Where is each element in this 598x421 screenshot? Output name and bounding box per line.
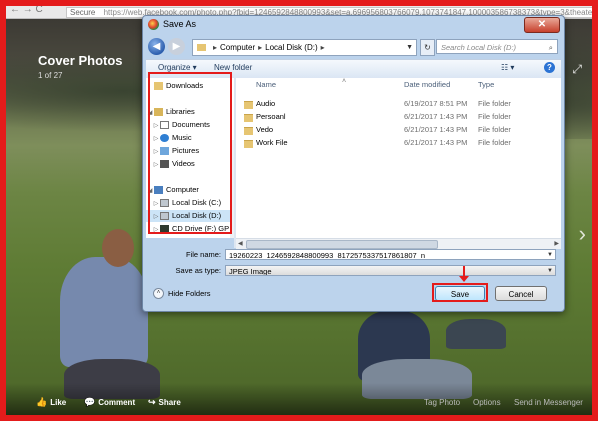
breadcrumb-separator: ▸	[320, 43, 325, 52]
like-icon: 👍	[36, 397, 48, 407]
column-header-name[interactable]: Name ˄	[256, 78, 346, 92]
expand-icon[interactable]: ⤢	[572, 62, 582, 77]
search-input[interactable]: Search Local Disk (D:) ⌕	[436, 39, 558, 54]
file-date: 6/21/2017 1:43 PM	[404, 112, 468, 121]
file-date: 6/19/2017 8:51 PM	[404, 99, 468, 108]
breadcrumb[interactable]: ▸ Computer ▸ Local Disk (D:) ▸ ▼	[192, 39, 417, 56]
chevron-down-icon[interactable]: ▼	[406, 40, 413, 55]
file-name: Vedo	[256, 125, 274, 134]
forward-icon[interactable]: ▶	[168, 38, 185, 55]
folder-icon	[197, 44, 206, 52]
secure-label: Secure	[70, 8, 96, 17]
like-button[interactable]: 👍 Like	[36, 397, 66, 408]
breadcrumb-separator: ▸	[258, 43, 263, 52]
album-count: 1 of 27	[38, 71, 63, 80]
help-icon[interactable]: ?	[544, 62, 555, 73]
file-list: Name ˄ Date modified Type Audio 6/19/2017 …	[236, 78, 561, 238]
scrollbar-thumb[interactable]	[246, 240, 438, 249]
browser-nav-buttons[interactable]: ← → C	[10, 6, 43, 15]
file-row[interactable]: Audio 6/19/2017 8:51 PM File folder	[236, 98, 561, 110]
chevron-down-icon[interactable]: ▼	[547, 250, 553, 259]
save-type-value: JPEG Image	[229, 267, 272, 276]
sort-arrow-icon: ˄	[342, 78, 347, 85]
breadcrumb-computer[interactable]: Computer	[220, 43, 255, 52]
like-label: Like	[50, 398, 67, 407]
save-highlight-box	[432, 283, 488, 302]
hide-folders-label: Hide Folders	[168, 289, 211, 298]
view-options-button[interactable]: ☷ ▾	[501, 63, 514, 72]
breadcrumb-separator: ▸	[213, 43, 218, 52]
scroll-right-icon[interactable]: ▶	[554, 239, 559, 249]
options-link[interactable]: Options	[473, 398, 501, 407]
chrome-icon	[148, 19, 159, 30]
folder-icon	[244, 101, 253, 109]
horizontal-scrollbar[interactable]: ◀ ▶	[236, 238, 561, 249]
breadcrumb-disk[interactable]: Local Disk (D:)	[265, 43, 317, 52]
send-messenger-link[interactable]: Send in Messenger	[514, 398, 583, 407]
share-button[interactable]: ↪ Share	[148, 397, 181, 408]
folder-icon	[244, 127, 253, 135]
organize-button[interactable]: Organize ▾	[158, 63, 197, 72]
dialog-titlebar[interactable]: Save As ✕	[143, 16, 564, 34]
file-date: 6/21/2017 1:43 PM	[404, 125, 468, 134]
file-type: File folder	[478, 125, 511, 134]
file-row[interactable]: Vedo 6/21/2017 1:43 PM File folder	[236, 124, 561, 136]
file-name-label: File name:	[185, 250, 221, 259]
address-row: ◀ ▶ ▸ Computer ▸ Local Disk (D:) ▸ ▼ ↻ Searc…	[146, 37, 561, 57]
share-label: Share	[158, 398, 181, 407]
file-date: 6/21/2017 1:43 PM	[404, 138, 468, 147]
file-type: File folder	[478, 99, 511, 108]
file-name: Persoanl	[256, 112, 286, 121]
column-name-label: Name	[256, 80, 277, 89]
share-icon: ↪	[148, 397, 156, 407]
search-placeholder: Search Local Disk (D:)	[441, 43, 517, 52]
photo-person-left	[60, 257, 148, 367]
close-button[interactable]: ✕	[524, 17, 560, 33]
hide-folders-button[interactable]: ˄ Hide Folders	[153, 288, 211, 299]
column-header-type[interactable]: Type	[478, 78, 494, 92]
dialog-title: Save As	[163, 19, 197, 29]
album-title[interactable]: Cover Photos	[38, 53, 123, 68]
annotation-arrow-icon	[459, 276, 469, 282]
file-row[interactable]: Work File 6/21/2017 1:43 PM File folder	[236, 137, 561, 149]
next-photo-icon[interactable]: ›	[579, 221, 586, 247]
back-icon[interactable]: ◀	[148, 38, 165, 55]
scroll-left-icon[interactable]: ◀	[238, 239, 243, 249]
file-row[interactable]: Persoanl 6/21/2017 1:43 PM File folder	[236, 111, 561, 123]
nav-highlight-box	[148, 72, 232, 234]
column-header-date[interactable]: Date modified	[404, 78, 450, 92]
folder-icon	[244, 114, 253, 122]
file-type: File folder	[478, 112, 511, 121]
cancel-button[interactable]: Cancel	[495, 286, 547, 301]
tag-photo-link[interactable]: Tag Photo	[424, 398, 460, 407]
save-type-label: Save as type:	[175, 266, 221, 275]
comment-icon: 💬	[84, 397, 96, 407]
comment-button[interactable]: 💬 Comment	[84, 397, 135, 408]
folder-icon	[244, 140, 253, 148]
photo-person-left-head	[102, 229, 134, 267]
file-name-value: 19260223_1246592848800993_81725753375178…	[229, 251, 426, 260]
chevron-down-icon[interactable]: ▼	[547, 266, 553, 275]
file-name-field[interactable]: 19260223_1246592848800993_81725753375178…	[225, 249, 556, 260]
file-name: Audio	[256, 99, 276, 108]
file-name: Work File	[256, 138, 288, 147]
save-type-select[interactable]: JPEG Image ▼	[225, 265, 556, 276]
file-type: File folder	[478, 138, 511, 147]
search-icon: ⌕	[548, 43, 553, 52]
collapse-icon: ˄	[153, 288, 164, 299]
photo-person-right-arm	[446, 319, 506, 349]
comment-label: Comment	[98, 398, 136, 407]
refresh-icon[interactable]: ↻	[420, 39, 435, 56]
new-folder-button[interactable]: New folder	[214, 63, 252, 72]
